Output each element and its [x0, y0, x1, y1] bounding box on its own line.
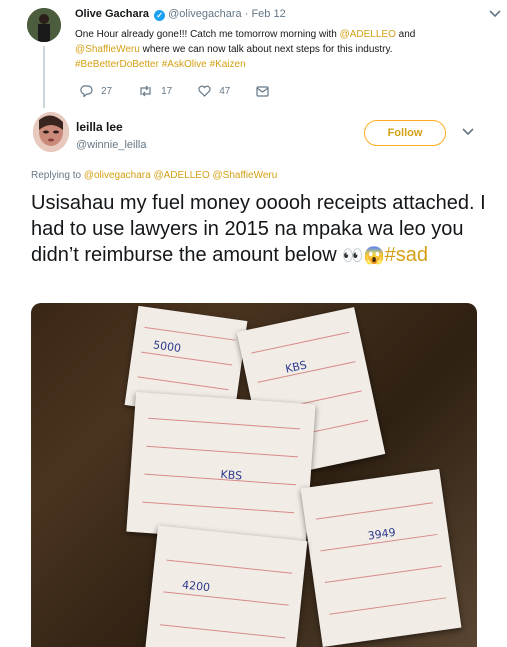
reply-icon — [80, 85, 93, 97]
hashtag-links[interactable]: #BeBetterDoBetter #AskOlive #Kaizen — [75, 59, 246, 70]
retweet-action[interactable]: 17 — [138, 85, 172, 97]
tweet-action-bar: 27 17 47 — [80, 85, 303, 97]
reply-chevron-down-icon[interactable] — [462, 125, 474, 139]
tweet-text-mid: and — [395, 29, 416, 40]
receipt-image: KBS — [126, 391, 316, 545]
like-count: 47 — [219, 85, 231, 97]
message-icon — [256, 85, 269, 97]
retweet-icon — [140, 85, 151, 97]
verified-badge-icon: ✓ — [154, 10, 166, 21]
tweet-date[interactable]: · Feb 12 — [245, 8, 286, 20]
replying-mentions[interactable]: @olivegachara @ADELLEO @ShaffieWeru — [84, 170, 278, 181]
olive-name-row: Olive Gachara ✓ @olivegachara · Feb 12 — [75, 8, 286, 21]
eyes-scream-emoji: 👀😱 — [342, 246, 385, 265]
mention-shaffieweru[interactable]: @ShaffieWeru — [75, 44, 140, 55]
like-action[interactable]: 47 — [198, 85, 230, 97]
reply-tweet-text: Usisahau my fuel money ooooh receipts at… — [31, 190, 486, 269]
olive-display-name[interactable]: Olive Gachara — [75, 8, 149, 20]
receipts-photo[interactable]: 5000 KBS KBS 3949 4200 — [31, 303, 477, 647]
tweet-text-end: where we can now talk about next steps f… — [139, 44, 393, 55]
olive-avatar[interactable] — [27, 8, 61, 42]
like-icon — [198, 85, 211, 97]
reply-action[interactable]: 27 — [80, 85, 112, 97]
receipt-image: 3949 — [300, 469, 462, 647]
direct-message-action[interactable] — [256, 85, 277, 97]
olive-handle[interactable]: @olivegachara — [168, 8, 242, 20]
receipt-image: 4200 — [144, 525, 308, 647]
replying-to-line: Replying to @olivegachara @ADELLEO @Shaf… — [31, 170, 277, 181]
leilla-avatar[interactable] — [33, 112, 69, 152]
leilla-handle[interactable]: @winnie_leilla — [76, 139, 146, 151]
replying-label: Replying to — [31, 170, 84, 181]
retweet-count: 17 — [161, 85, 173, 97]
hashtag-sad[interactable]: #sad — [385, 244, 428, 266]
tweet-text-start: One Hour already gone!!! Catch me tomorr… — [75, 29, 340, 40]
reply-count: 27 — [101, 85, 113, 97]
leilla-display-name[interactable]: leilla lee — [76, 120, 123, 134]
thread-connector-line — [43, 46, 45, 108]
mention-adelleo[interactable]: @ADELLEO — [340, 29, 396, 40]
follow-button[interactable]: Follow — [364, 120, 446, 146]
chevron-down-icon[interactable] — [489, 7, 501, 21]
parent-tweet-text: One Hour already gone!!! Catch me tomorr… — [75, 27, 495, 72]
